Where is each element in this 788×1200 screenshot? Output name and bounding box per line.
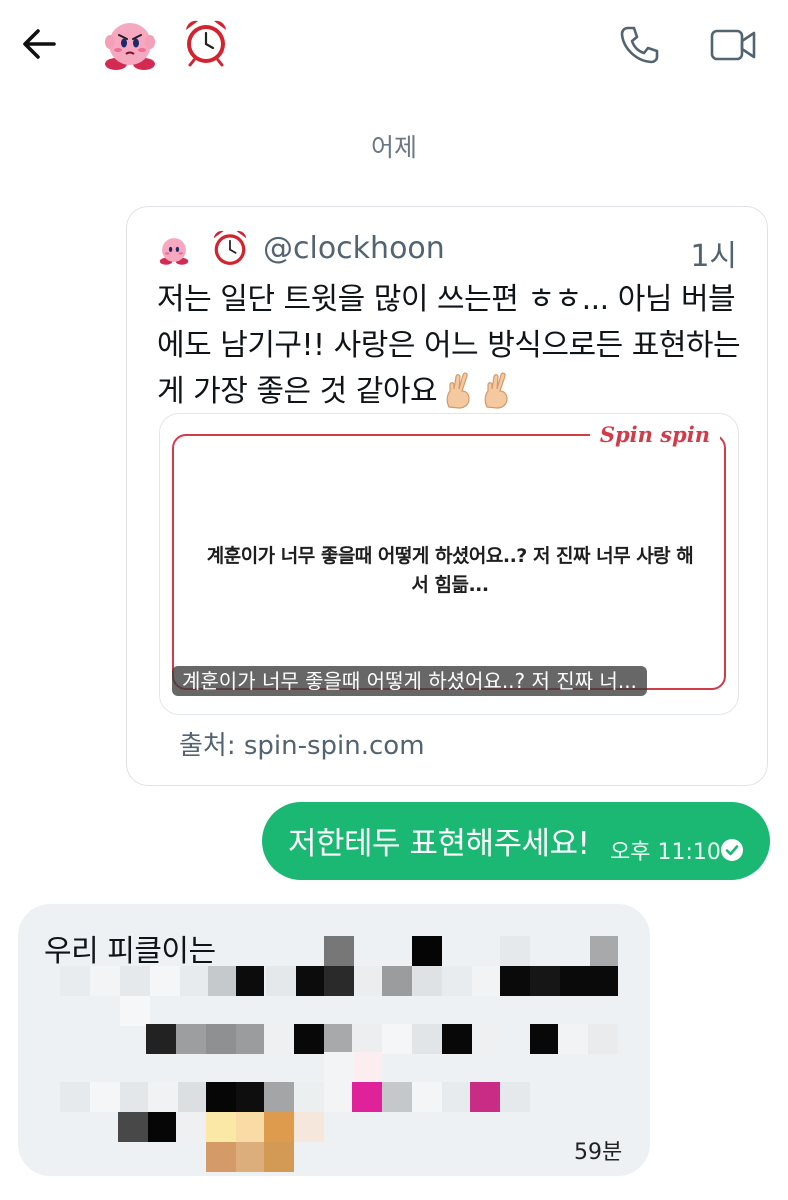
chat-screen: 어제 @clockhoon 1시 저는 일단 트윗을 많이 쓰는편 ㅎㅎ... … — [0, 0, 788, 1200]
tweet-timestamp: 1시 — [690, 239, 737, 274]
video-camera-icon — [710, 29, 756, 61]
sent-message-time: 오후 11:10 — [610, 840, 721, 865]
read-check-icon — [721, 839, 743, 861]
sent-message-bubble[interactable]: 저한테두 표현해주세요! 오후 11:10 — [262, 802, 770, 880]
preview-question-text: 계훈이가 너무 좋을때 어떻게 하셨어요..? 저 진짜 너무 사랑 해서 힘듦… — [206, 545, 694, 596]
received-message-bubble[interactable]: 우리 피클이는 59분 — [18, 904, 650, 1176]
call-button[interactable] — [614, 20, 664, 70]
kirby-emoji-icon[interactable] — [100, 14, 160, 74]
tweet-author-handle[interactable]: @clockhoon — [263, 231, 445, 266]
chat-header — [0, 0, 788, 90]
received-message-text: 우리 피클이는 — [44, 934, 216, 969]
tweet-text: 저는 일단 트윗을 많이 쓰는편 ㅎㅎ... 아님 버블에도 남기구!! 사랑은… — [157, 277, 747, 415]
spin-spin-logo: Spin spin — [599, 422, 710, 447]
arrow-left-icon — [23, 29, 56, 59]
spin-logo-container: Spin spin — [589, 422, 720, 450]
alarm-clock-emoji-icon[interactable] — [180, 16, 232, 68]
kirby-emoji-icon — [157, 233, 191, 267]
crossed-fingers-icon — [479, 371, 513, 409]
phone-icon — [620, 26, 659, 64]
alarm-clock-emoji-icon — [209, 227, 251, 269]
source-link[interactable]: 출처: spin-spin.com — [179, 725, 425, 762]
quoted-tweet-card[interactable]: @clockhoon 1시 저는 일단 트윗을 많이 쓰는편 ㅎㅎ... 아님 … — [126, 206, 768, 786]
received-message-time: 59분 — [574, 1140, 623, 1165]
preview-caption: 계훈이가 너무 좋을때 어떻게 하셨어요..? 저 진짜 너... — [172, 666, 647, 696]
date-separator: 어제 — [370, 133, 417, 162]
sent-message-text: 저한테두 표현해주세요! — [288, 826, 590, 862]
back-button[interactable] — [16, 20, 64, 68]
crossed-fingers-icon — [441, 371, 475, 409]
link-preview-image[interactable]: Spin spin 계훈이가 너무 좋을때 어떻게 하셨어요..? 저 진짜 너… — [159, 413, 739, 715]
video-call-button[interactable] — [706, 20, 762, 70]
